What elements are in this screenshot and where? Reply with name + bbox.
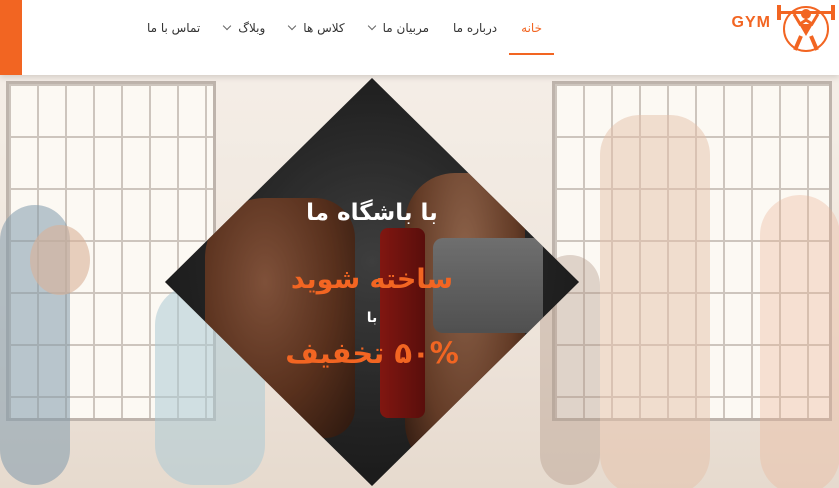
nav-item-label: درباره ما <box>453 20 498 35</box>
hero-banner: با باشگاه ما ساخته شوید با ۵۰% تخفیف <box>0 75 839 488</box>
site-header: خانه درباره ما مربیان ما کلاس ها وبلاگ ت… <box>0 0 839 75</box>
site-logo[interactable]: GYM <box>729 0 839 60</box>
nav-item-label: وبلاگ <box>238 20 266 35</box>
nav-item-label: خانه <box>521 20 542 35</box>
logo-text: GYM <box>731 14 771 31</box>
hero-connector: با <box>366 310 378 326</box>
hero-headline: با باشگاه ما <box>306 200 438 226</box>
nav-item-label: مربیان ما <box>382 20 430 35</box>
main-nav: خانه درباره ما مربیان ما کلاس ها وبلاگ ت… <box>135 0 554 75</box>
promo-diamond: با باشگاه ما ساخته شوید با ۵۰% تخفیف <box>165 78 579 486</box>
hero-discount: ۵۰% تخفیف <box>285 336 459 370</box>
weightlifter-icon <box>777 5 835 52</box>
nav-item-trainers[interactable]: مربیان ما <box>357 0 441 55</box>
chevron-down-icon <box>367 21 376 31</box>
nav-item-label: کلاس ها <box>303 20 345 35</box>
header-accent-bar <box>0 0 22 75</box>
nav-item-label: تماس با ما <box>146 20 201 35</box>
nav-item-blog[interactable]: وبلاگ <box>212 0 277 55</box>
nav-item-home[interactable]: خانه <box>509 0 554 55</box>
chevron-down-icon <box>288 21 297 31</box>
nav-item-classes[interactable]: کلاس ها <box>277 0 356 55</box>
hero-highlight: ساخته شوید <box>290 264 454 295</box>
nav-item-about[interactable]: درباره ما <box>441 0 509 55</box>
chevron-down-icon <box>223 21 232 31</box>
nav-item-contact[interactable]: تماس با ما <box>135 0 212 55</box>
